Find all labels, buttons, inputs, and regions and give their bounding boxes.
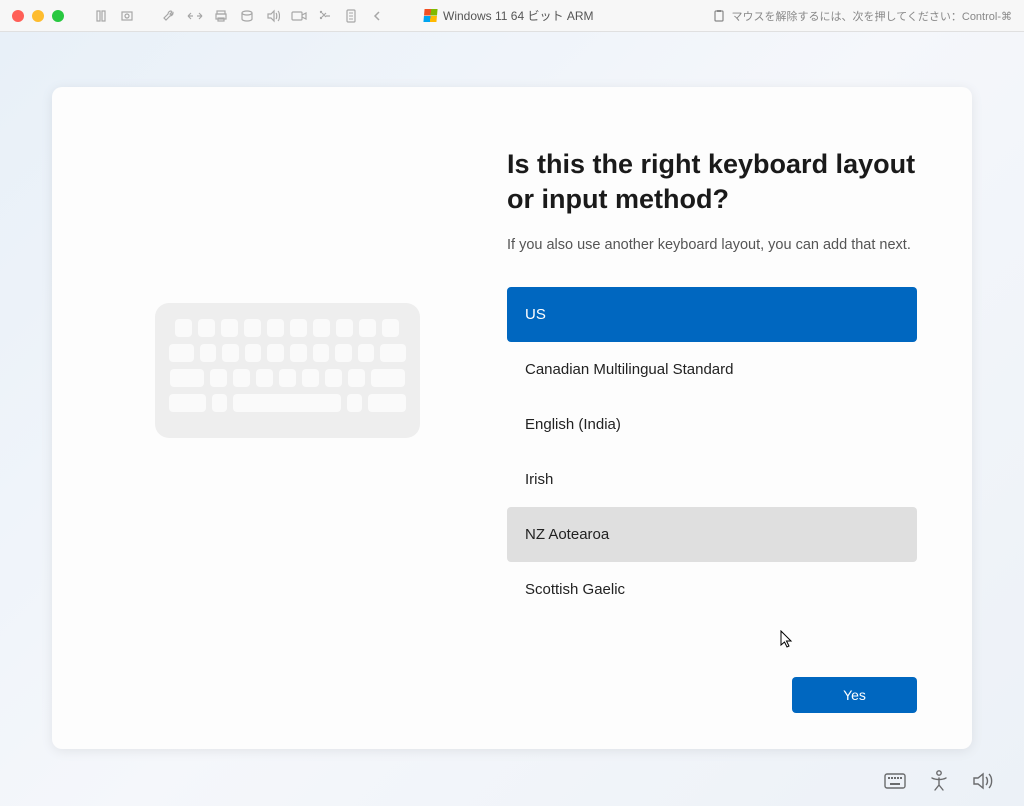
yes-button[interactable]: Yes [792,677,917,713]
back-icon[interactable] [368,7,386,25]
printer-icon[interactable] [212,7,230,25]
camera-icon[interactable] [290,7,308,25]
pause-icon[interactable] [92,7,110,25]
keyboard-layout-list: US Canadian Multilingual Standard Englis… [507,287,917,617]
oobe-bottom-icons [884,770,994,792]
illustration-pane [107,147,467,713]
vm-title-text: Windows 11 64 ビット ARM [443,7,594,24]
wrench-icon[interactable] [160,7,178,25]
snapshot-icon[interactable] [118,7,136,25]
minimize-window-button[interactable] [32,10,44,22]
vm-title: Windows 11 64 ビット ARM [424,7,594,24]
page-title: Is this the right keyboard layout or inp… [507,147,917,217]
maximize-window-button[interactable] [52,10,64,22]
volume-icon[interactable] [972,770,994,792]
sound-icon[interactable] [264,7,282,25]
usb-icon[interactable] [316,7,334,25]
windows-logo-icon [423,9,437,22]
traffic-lights [12,10,64,22]
keyboard-illustration-icon [155,303,420,438]
guest-screen: Is this the right keyboard layout or inp… [0,32,1024,806]
layout-option-us[interactable]: US [507,287,917,342]
layout-option-canadian-multilingual[interactable]: Canadian Multilingual Standard [507,342,917,397]
accessibility-icon[interactable] [928,770,950,792]
content-pane: Is this the right keyboard layout or inp… [467,147,917,713]
oobe-card: Is this the right keyboard layout or inp… [52,87,972,749]
layout-option-irish[interactable]: Irish [507,452,917,507]
log-icon[interactable] [342,7,360,25]
clipboard-icon[interactable] [712,9,726,23]
toolbar-hint: マウスを解除するには、次を押してください：Control-⌘ [712,8,1012,24]
resolution-icon[interactable] [186,7,204,25]
on-screen-keyboard-icon[interactable] [884,770,906,792]
layout-option-scottish-gaelic[interactable]: Scottish Gaelic [507,562,917,617]
close-window-button[interactable] [12,10,24,22]
layout-option-nz-aotearoa[interactable]: NZ Aotearoa [507,507,917,562]
page-subtitle: If you also use another keyboard layout,… [507,235,917,257]
mouse-release-hint: マウスを解除するには、次を押してください：Control-⌘ [732,8,1012,24]
host-toolbar: Windows 11 64 ビット ARM マウスを解除するには、次を押してくだ… [0,0,1024,32]
layout-option-english-india[interactable]: English (India) [507,397,917,452]
disk-icon[interactable] [238,7,256,25]
